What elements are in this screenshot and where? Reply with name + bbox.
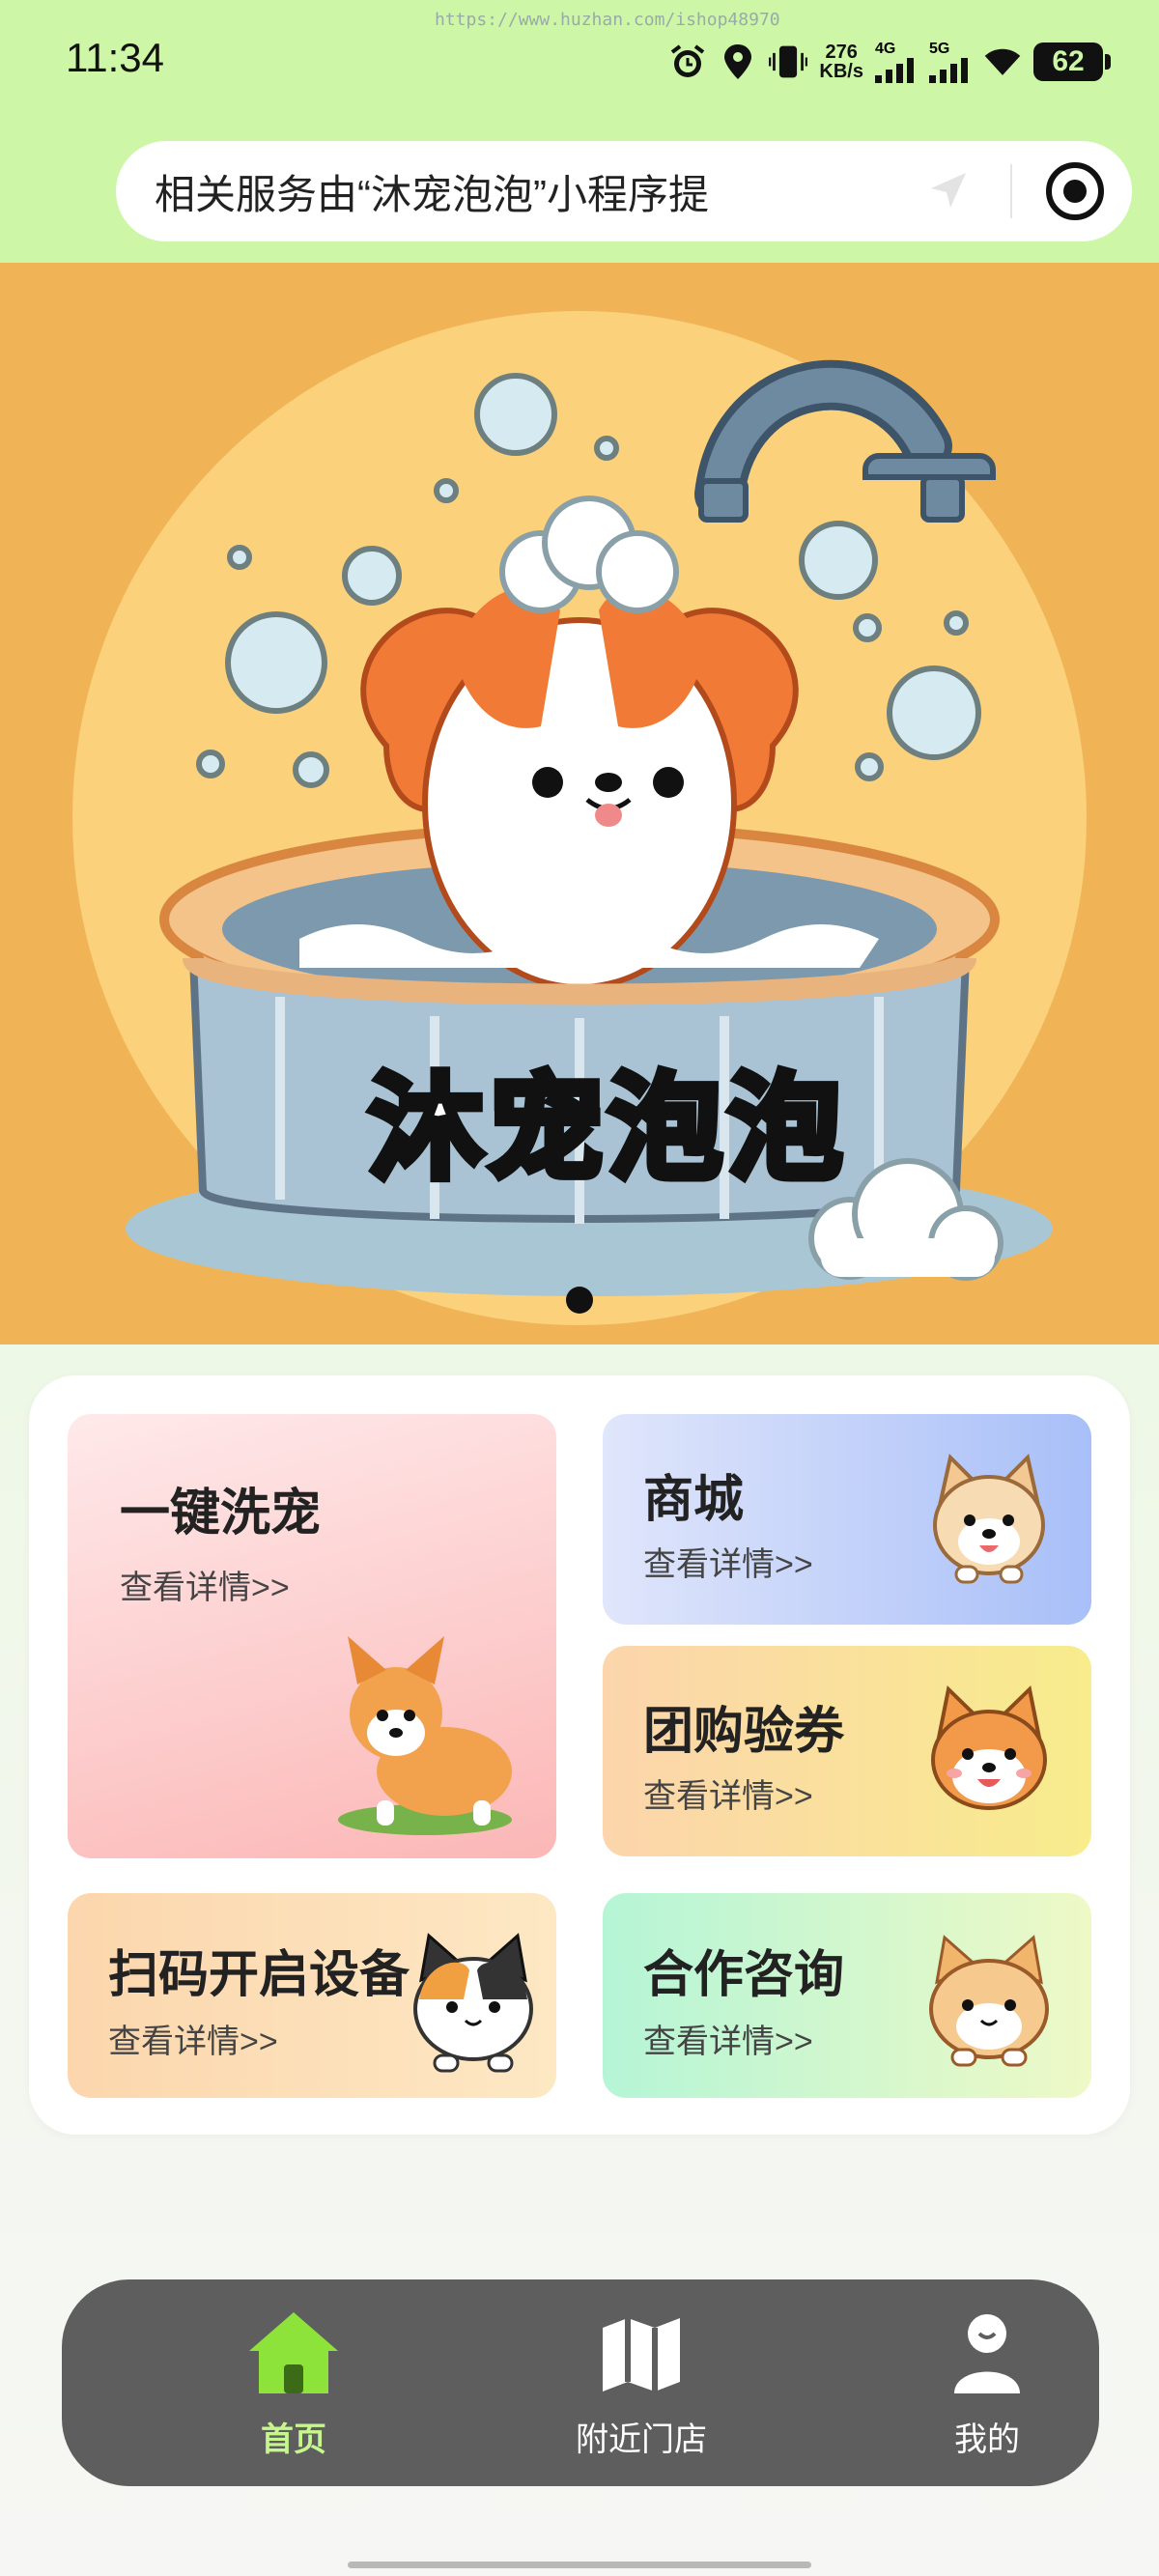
card-title: 合作咨询 — [643, 1947, 845, 2003]
card-title: 一键洗宠 — [120, 1486, 322, 1542]
capsule-target-icon[interactable] — [1045, 161, 1105, 221]
battery-icon: 62 — [1033, 42, 1111, 81]
vibrate-icon — [769, 42, 808, 81]
shiba-illustration — [933, 1454, 1045, 1584]
tab-mine[interactable]: 我的 — [862, 2279, 1113, 2486]
card-subtitle: 查看详情>> — [643, 2024, 813, 2060]
card-title: 团购验券 — [643, 1704, 845, 1760]
banner-brand-text: 沐宠泡泡 — [365, 1062, 848, 1197]
tab-label: 附近门店 — [576, 2421, 707, 2458]
service-notice-text: 相关服务由“沐宠泡泡”小程序提 — [155, 171, 709, 217]
cooperation-consult-card[interactable]: 合作咨询 查看详情>> — [603, 1893, 1091, 2098]
watermark: https://www.huzhan.com/ishop48970 — [435, 10, 780, 30]
service-notice-bar[interactable]: 相关服务由“沐宠泡泡”小程序提 — [116, 141, 1132, 241]
status-icons: 276 KB/s 4G 5G 62 — [668, 33, 1111, 91]
navigation-arrow-icon[interactable] — [923, 167, 972, 215]
status-time: 11:34 — [66, 35, 164, 80]
signal-icon: 5G — [929, 41, 972, 83]
top-header: 11:34 https://www.huzhan.com/ishop48970 … — [0, 0, 1159, 263]
corgi-head-illustration — [931, 1685, 1047, 1810]
user-icon — [954, 2314, 1020, 2393]
card-subtitle: 查看详情>> — [108, 2024, 278, 2060]
service-menu-panel: 一键洗宠 查看详情>> 商城 查看详情>> 团购验券 查看详情>> 扫码开启设备… — [29, 1375, 1130, 2135]
card-title: 商城 — [643, 1472, 745, 1528]
carousel-indicator-dot[interactable] — [566, 1287, 593, 1314]
tab-nearby-stores[interactable]: 附近门店 — [516, 2279, 767, 2486]
card-title: 扫码开启设备 — [108, 1947, 410, 2003]
home-indicator[interactable] — [348, 2562, 811, 2568]
map-icon — [603, 2318, 680, 2392]
scan-open-device-card[interactable]: 扫码开启设备 查看详情>> — [68, 1893, 556, 2098]
tab-label: 我的 — [954, 2421, 1020, 2458]
location-icon — [719, 42, 757, 81]
shop-card[interactable]: 商城 查看详情>> — [603, 1414, 1091, 1625]
wifi-icon — [983, 42, 1022, 81]
calico-cat-illustration — [413, 1933, 533, 2073]
tab-home[interactable]: 首页 — [168, 2279, 419, 2486]
tab-label: 首页 — [261, 2421, 326, 2458]
corgi-illustration — [338, 1636, 512, 1835]
card-subtitle: 查看详情>> — [643, 1778, 813, 1815]
signal-icon: 4G — [875, 41, 918, 83]
net-speed: 276 KB/s — [819, 42, 863, 82]
home-icon — [249, 2312, 338, 2393]
bottom-tab-bar: 首页 附近门店 我的 — [62, 2279, 1099, 2486]
card-subtitle: 查看详情>> — [643, 1546, 813, 1583]
banner-carousel[interactable]: 沐宠泡泡 — [0, 263, 1159, 1345]
orange-cat-illustration — [929, 1935, 1049, 2067]
one-click-wash-card[interactable]: 一键洗宠 查看详情>> — [68, 1414, 556, 1858]
capsule-divider — [1010, 164, 1012, 218]
group-buy-voucher-card[interactable]: 团购验券 查看详情>> — [603, 1646, 1091, 1856]
alarm-icon — [668, 42, 707, 81]
card-subtitle: 查看详情>> — [120, 1570, 290, 1606]
